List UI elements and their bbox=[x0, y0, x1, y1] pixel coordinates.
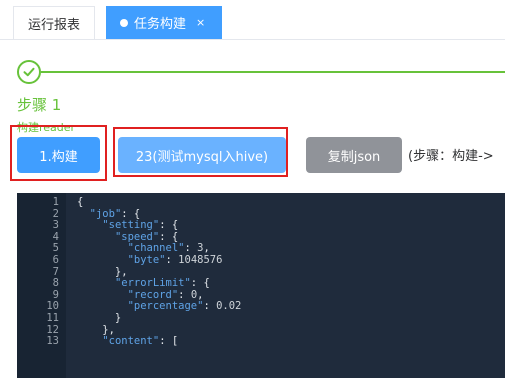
active-dot-icon bbox=[120, 18, 128, 27]
tab-run-report[interactable]: 运行报表 bbox=[13, 6, 95, 39]
code-content: 1{2 "job": {3 "setting": {4 "speed": {5 … bbox=[17, 196, 241, 348]
line-text: { bbox=[77, 196, 84, 208]
check-icon bbox=[17, 60, 41, 84]
tab-bar: 运行报表 任务构建 × bbox=[0, 0, 505, 40]
step-progress-line bbox=[41, 71, 505, 73]
line-number: 13 bbox=[46, 335, 59, 348]
code-line: 6 "byte": 1048576 bbox=[17, 253, 241, 267]
line-text: } bbox=[77, 311, 122, 324]
code-line: 11 } bbox=[17, 311, 241, 325]
line-text: "content": [ bbox=[102, 335, 179, 348]
tab-label: 运行报表 bbox=[28, 17, 81, 33]
tab-task-build[interactable]: 任务构建 × bbox=[106, 6, 222, 39]
line-number: 1 bbox=[52, 196, 59, 208]
code-line: 13 "content": [ bbox=[17, 335, 241, 348]
line-number: 6 bbox=[52, 253, 59, 266]
close-icon[interactable]: × bbox=[196, 16, 205, 29]
json-code-editor[interactable]: 1{2 "job": {3 "setting": {4 "speed": {5 … bbox=[17, 193, 505, 378]
code-line: 1{ bbox=[17, 196, 241, 209]
line-number: 11 bbox=[46, 311, 59, 324]
highlight-box-build bbox=[10, 125, 107, 181]
copy-json-button[interactable]: 复制json bbox=[306, 137, 402, 173]
step-title: 步骤 1 bbox=[17, 96, 62, 114]
line-number: 8 bbox=[52, 277, 59, 290]
tab-label: 任务构建 bbox=[134, 17, 187, 32]
highlight-box-job bbox=[113, 127, 288, 177]
step-hint: (步骤：构建-> bbox=[408, 149, 494, 164]
line-text: "byte": 1048576 bbox=[127, 253, 223, 266]
